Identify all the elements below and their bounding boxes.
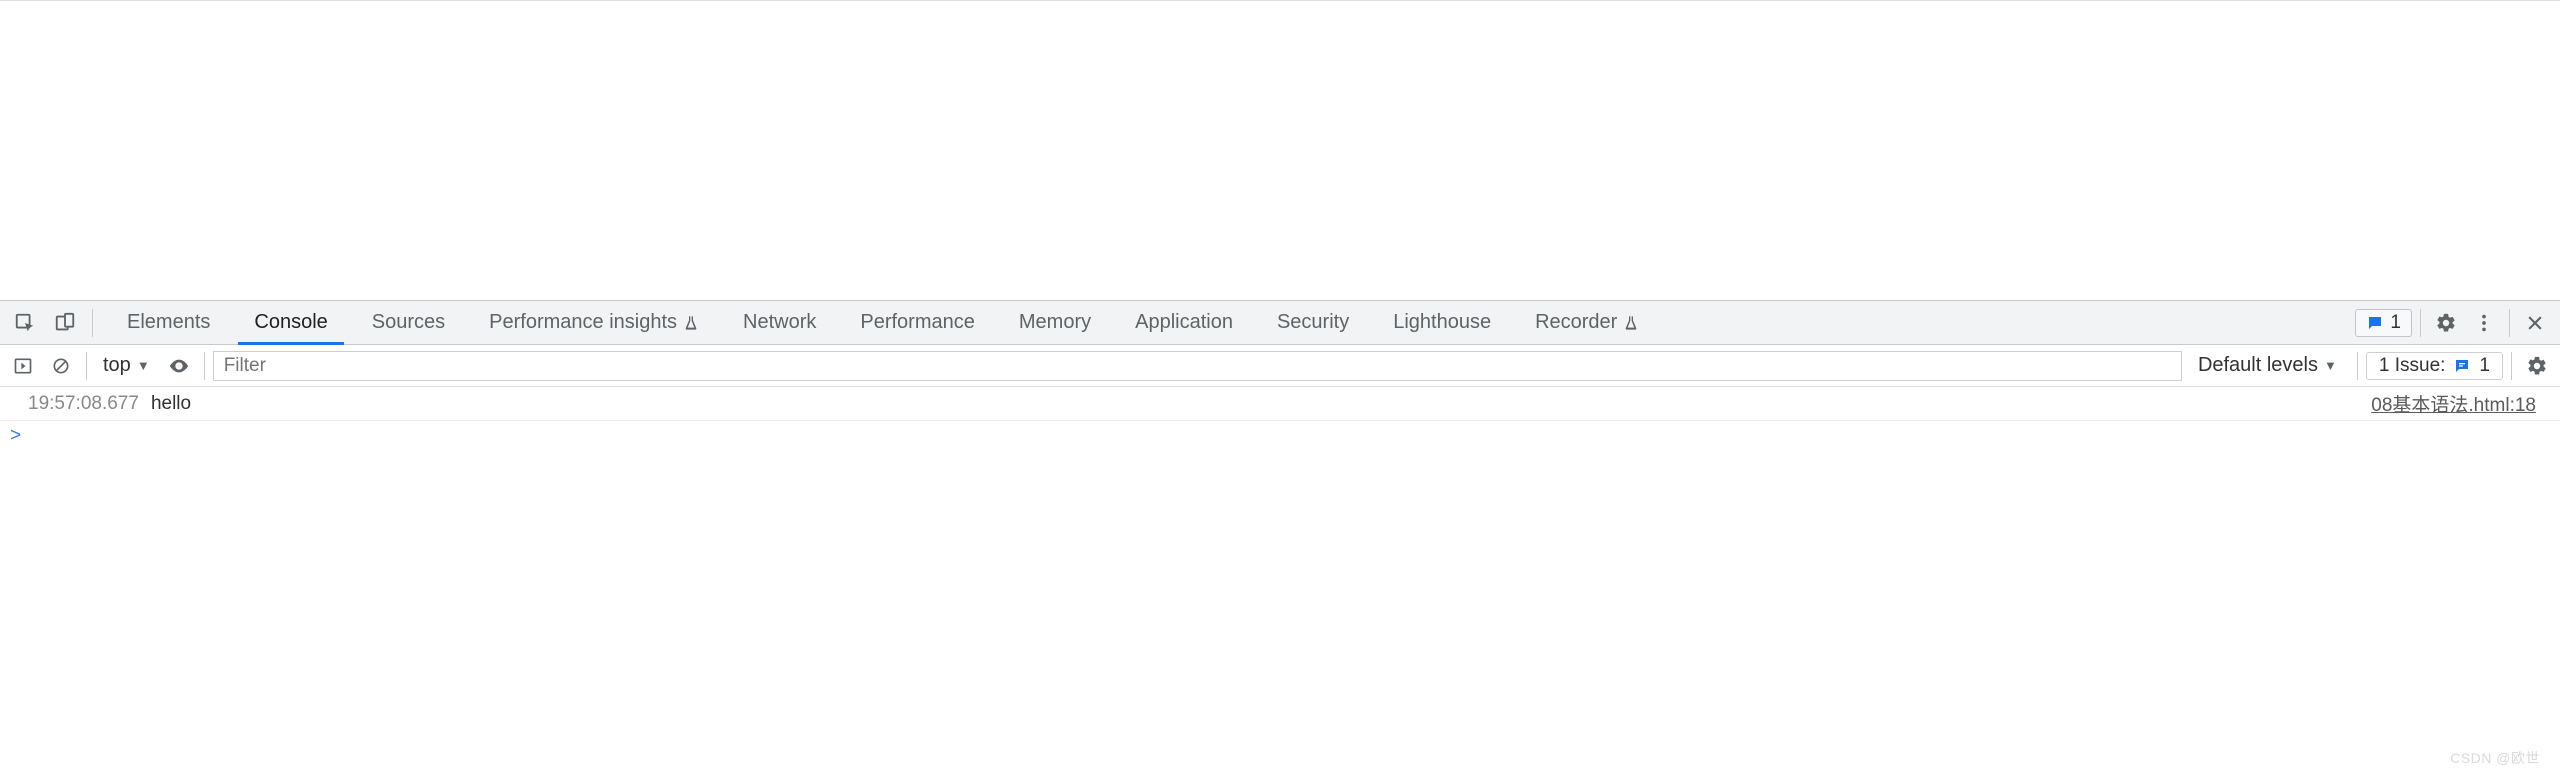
separator	[204, 352, 205, 380]
levels-label: Default levels	[2198, 354, 2318, 377]
settings-gear-icon[interactable]	[2429, 306, 2463, 340]
tab-performance-insights[interactable]: Performance insights	[467, 301, 721, 344]
separator	[2357, 352, 2358, 380]
tab-label: Elements	[127, 311, 210, 334]
log-source-link[interactable]: 08基本语法.html:18	[2371, 390, 2536, 417]
tab-label: Security	[1277, 311, 1349, 334]
tab-console[interactable]: Console	[232, 301, 349, 344]
tab-label: Application	[1135, 311, 1233, 334]
flask-icon	[683, 315, 699, 331]
console-prompt[interactable]: >	[0, 421, 2560, 451]
issues-pill[interactable]: 1 Issue: 1	[2366, 352, 2503, 380]
tab-list: Elements Console Sources Performance ins…	[105, 301, 1661, 344]
tab-label: Console	[254, 311, 327, 334]
tab-performance[interactable]: Performance	[838, 301, 997, 344]
issues-count: 1	[2479, 355, 2490, 377]
device-toolbar-icon[interactable]	[48, 306, 82, 340]
live-expression-eye-icon[interactable]	[162, 349, 196, 383]
tab-label: Memory	[1019, 311, 1091, 334]
chevron-down-icon: ▼	[2324, 358, 2337, 373]
tab-label: Lighthouse	[1393, 311, 1491, 334]
chat-icon	[2453, 357, 2471, 375]
log-row[interactable]: 19:57:08.677 hello 08基本语法.html:18	[0, 387, 2560, 421]
prompt-caret: >	[10, 425, 21, 446]
separator	[86, 352, 87, 380]
tab-application[interactable]: Application	[1113, 301, 1255, 344]
devtools-tab-bar: Elements Console Sources Performance ins…	[0, 300, 2560, 345]
page-viewport-blank	[0, 0, 2560, 300]
tab-label: Performance	[860, 311, 975, 334]
tab-security[interactable]: Security	[1255, 301, 1371, 344]
issues-label: 1 Issue:	[2379, 355, 2446, 377]
inspect-element-icon[interactable]	[8, 306, 42, 340]
console-settings-gear-icon[interactable]	[2520, 349, 2554, 383]
context-label: top	[103, 354, 131, 377]
tab-left-icon-group	[0, 301, 105, 344]
console-toolbar: top ▼ Default levels ▼ 1 Issue: 1	[0, 345, 2560, 387]
tab-elements[interactable]: Elements	[105, 301, 232, 344]
tab-label: Recorder	[1535, 311, 1617, 334]
separator	[2511, 352, 2512, 380]
tab-label: Sources	[372, 311, 445, 334]
clear-console-icon[interactable]	[44, 349, 78, 383]
chevron-down-icon: ▼	[137, 358, 150, 373]
tab-right-group: 1	[2347, 301, 2560, 344]
filter-input[interactable]	[213, 351, 2182, 381]
kebab-menu-icon[interactable]	[2467, 306, 2501, 340]
watermark-text: CSDN @欧世	[2450, 748, 2540, 768]
separator	[2420, 309, 2421, 337]
log-levels-selector[interactable]: Default levels ▼	[2186, 354, 2349, 377]
toggle-sidebar-icon[interactable]	[6, 349, 40, 383]
log-message: hello	[151, 393, 191, 415]
tab-network[interactable]: Network	[721, 301, 838, 344]
context-selector[interactable]: top ▼	[95, 354, 158, 377]
issues-badge-count: 1	[2390, 312, 2401, 334]
tab-label: Network	[743, 311, 816, 334]
tab-lighthouse[interactable]: Lighthouse	[1371, 301, 1513, 344]
separator	[2509, 309, 2510, 337]
tab-label: Performance insights	[489, 311, 677, 334]
flask-icon	[1623, 315, 1639, 331]
tab-sources[interactable]: Sources	[350, 301, 467, 344]
separator	[92, 309, 93, 337]
chat-icon	[2366, 314, 2384, 332]
close-icon[interactable]	[2518, 306, 2552, 340]
console-log-area: 19:57:08.677 hello 08基本语法.html:18 >	[0, 387, 2560, 451]
tab-recorder[interactable]: Recorder	[1513, 301, 1661, 344]
issues-badge[interactable]: 1	[2355, 309, 2412, 337]
tab-memory[interactable]: Memory	[997, 301, 1113, 344]
log-timestamp: 19:57:08.677	[28, 393, 139, 415]
